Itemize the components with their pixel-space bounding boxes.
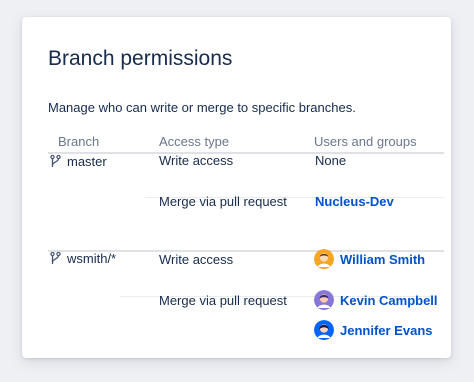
- branch-icon: [50, 251, 61, 264]
- access-type-merge-via-pull-request: Merge via pull request: [159, 293, 287, 308]
- user-name: Jennifer Evans: [340, 322, 433, 338]
- panel-title: Branch permissions: [48, 47, 233, 70]
- panel-subtitle: Manage who can write or merge to specifi…: [48, 100, 356, 115]
- avatar: [314, 320, 334, 340]
- branch-cell-wsmith[interactable]: wsmith/*: [50, 248, 116, 268]
- branch-name: wsmith/*: [67, 250, 117, 266]
- branch-permissions-panel: Branch permissions Manage who can write …: [22, 17, 451, 358]
- column-header-access-type: Access type: [159, 134, 230, 149]
- branch-icon: [50, 154, 61, 167]
- avatar: [314, 290, 334, 310]
- access-type-merge-via-pull-request: Merge via pull request: [159, 194, 287, 209]
- access-type-write: Write access: [159, 153, 234, 168]
- user-kevin-campbell[interactable]: Kevin Campbell: [314, 290, 438, 310]
- branch-cell-master[interactable]: master: [50, 151, 107, 171]
- branch-name: master: [67, 153, 107, 169]
- users-none: None: [315, 153, 347, 168]
- column-header-branch: Branch: [58, 134, 100, 149]
- header-divider: [48, 152, 444, 154]
- column-header-users-and-groups: Users and groups: [314, 134, 417, 149]
- avatar: [314, 249, 334, 269]
- user-jennifer-evans[interactable]: Jennifer Evans: [314, 320, 433, 340]
- access-type-write: Write access: [159, 252, 234, 267]
- group-link-nucleus-dev[interactable]: Nucleus-Dev: [315, 194, 394, 209]
- user-name: William Smith: [340, 251, 426, 267]
- user-name: Kevin Campbell: [340, 292, 438, 308]
- user-william-smith[interactable]: William Smith: [314, 249, 425, 269]
